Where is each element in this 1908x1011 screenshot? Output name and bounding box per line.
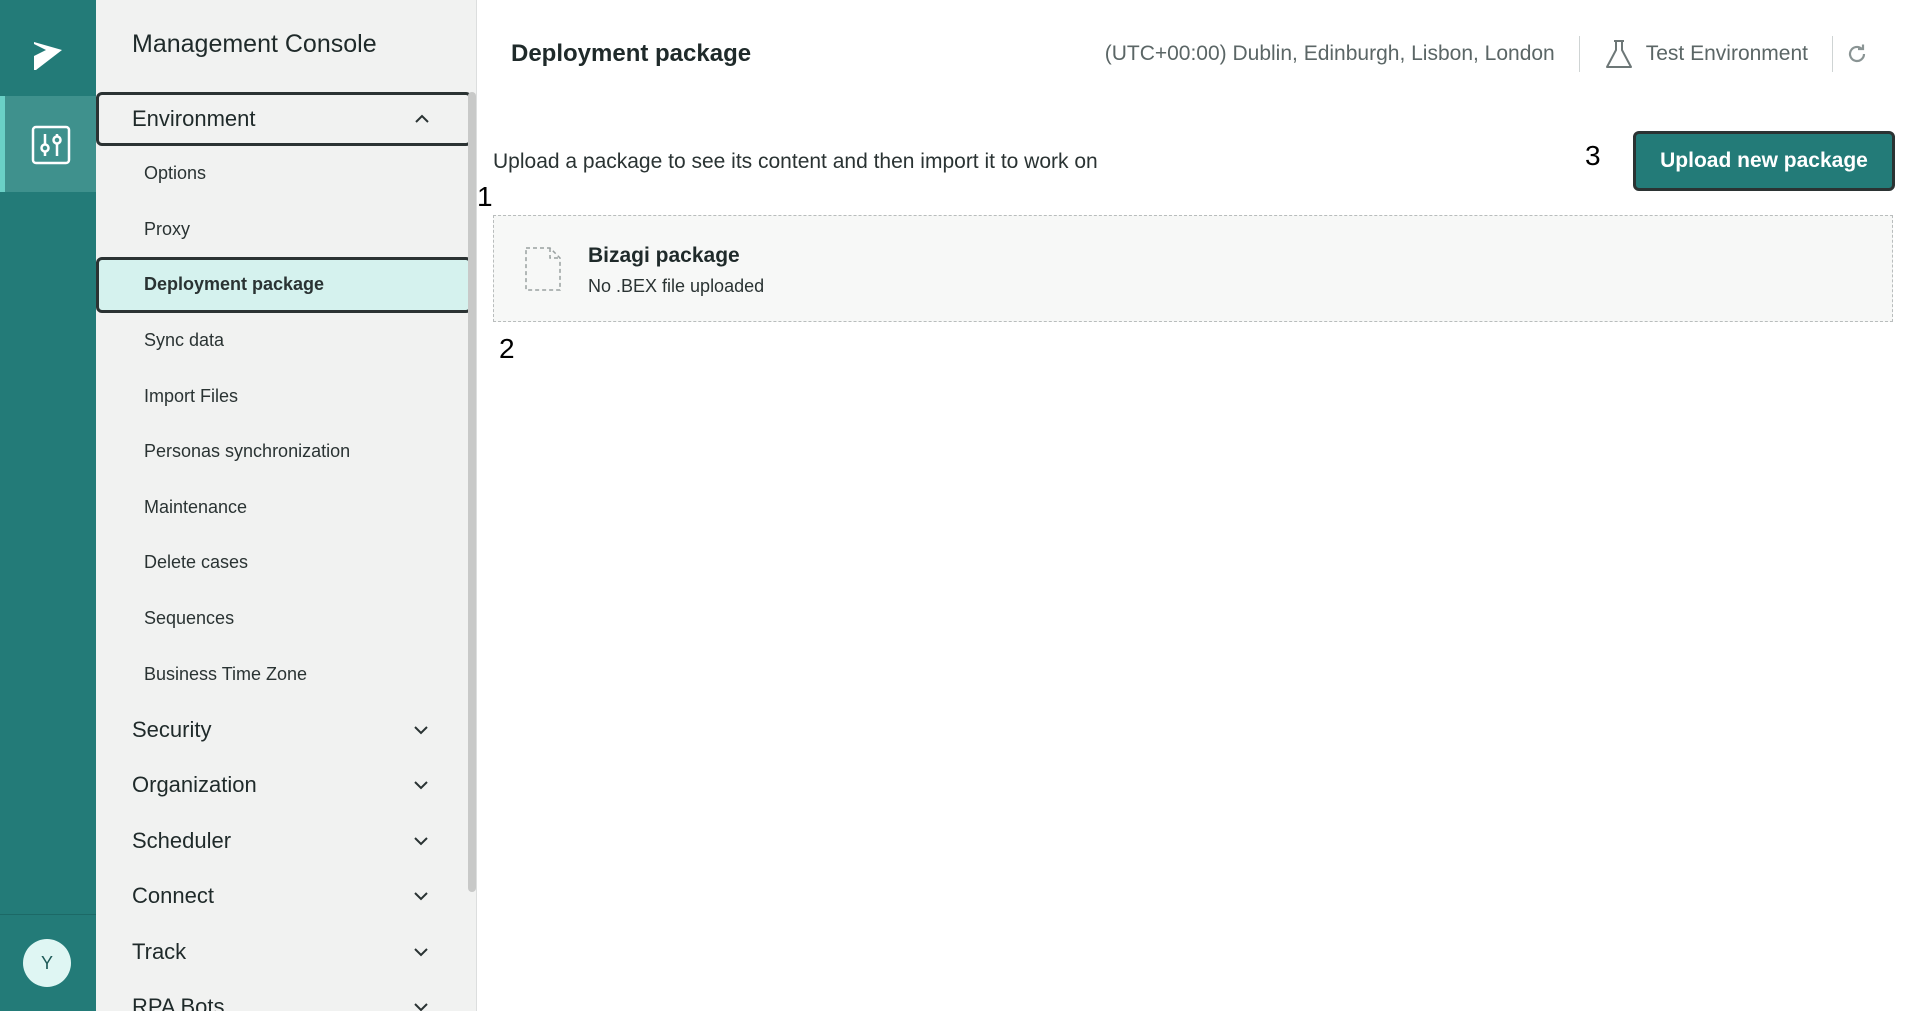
nav-group-label: Organization bbox=[132, 772, 257, 798]
rail-divider bbox=[0, 914, 96, 915]
sidebar-item-delete-cases[interactable]: Delete cases bbox=[96, 535, 470, 591]
chevron-down-icon bbox=[414, 725, 428, 735]
chevron-down-icon bbox=[414, 781, 428, 790]
chevron-down-icon bbox=[414, 947, 428, 957]
nav-group-organization[interactable]: Organization bbox=[96, 757, 468, 813]
chevron-up-icon bbox=[415, 114, 429, 123]
sidebar: Management Console Environment Options P… bbox=[96, 0, 476, 1011]
nav-group-track[interactable]: Track bbox=[96, 924, 468, 980]
refresh-icon bbox=[1848, 44, 1866, 63]
sidebar-item-proxy[interactable]: Proxy bbox=[96, 202, 470, 258]
annotation-marker-3: 3 bbox=[1585, 140, 1601, 171]
nav-group-label: Scheduler bbox=[132, 827, 232, 853]
annotation-marker-1: 1 bbox=[477, 181, 493, 212]
main-content: Deployment package (UTC+00:00) Dublin, E… bbox=[476, 0, 1908, 1011]
sidebar-item-import-files[interactable]: Import Files bbox=[96, 368, 470, 424]
user-avatar[interactable]: Y bbox=[23, 939, 71, 987]
sidebar-item-personas-synchronization[interactable]: Personas synchronization bbox=[96, 424, 470, 480]
file-icon bbox=[525, 247, 561, 291]
nav-group-label: Connect bbox=[132, 883, 214, 909]
nav-group-label: RPA Bots bbox=[132, 994, 225, 1011]
nav-group-environment[interactable]: Environment bbox=[96, 92, 472, 146]
app-rail: Y bbox=[0, 0, 96, 1011]
package-status: No .BEX file uploaded bbox=[588, 276, 765, 296]
nav-group-scheduler[interactable]: Scheduler bbox=[96, 813, 468, 869]
sliders-icon bbox=[31, 125, 71, 165]
sidebar-item-sequences[interactable]: Sequences bbox=[96, 591, 470, 647]
nav-group-label: Security bbox=[132, 716, 212, 742]
nav-group-label: Environment bbox=[132, 106, 256, 131]
nav-group-security[interactable]: Security bbox=[96, 702, 468, 758]
package-card[interactable]: Bizagi package No .BEX file uploaded bbox=[493, 215, 1893, 322]
flask-icon bbox=[1605, 40, 1632, 68]
sidebar-item-maintenance[interactable]: Maintenance bbox=[96, 480, 470, 536]
nav-group-rpa-bots[interactable]: RPA Bots bbox=[96, 979, 468, 1011]
page-title: Deployment package bbox=[511, 40, 752, 67]
header-info: (UTC+00:00) Dublin, Edinburgh, Lisbon, L… bbox=[1105, 36, 1869, 72]
timezone-label: (UTC+00:00) Dublin, Edinburgh, Lisbon, L… bbox=[1104, 42, 1555, 65]
nav-group-label: Track bbox=[132, 938, 187, 964]
sidebar-item-sync-data[interactable]: Sync data bbox=[96, 313, 470, 369]
sidebar-item-deployment-package[interactable]: Deployment package bbox=[96, 257, 472, 313]
refresh-button[interactable] bbox=[1833, 42, 1869, 66]
upload-new-package-button[interactable]: Upload new package bbox=[1633, 131, 1895, 191]
chevron-down-icon bbox=[414, 1003, 428, 1011]
instruction-text: Upload a package to see its content and … bbox=[493, 150, 1098, 173]
sidebar-item-business-time-zone[interactable]: Business Time Zone bbox=[96, 646, 470, 702]
nav-group-connect[interactable]: Connect bbox=[96, 868, 468, 924]
annotation-marker-2: 2 bbox=[499, 333, 515, 364]
bizagi-logo-icon[interactable] bbox=[30, 22, 66, 72]
rail-item-management-console[interactable] bbox=[0, 96, 96, 192]
package-name: Bizagi package bbox=[588, 244, 740, 267]
chevron-down-icon bbox=[414, 836, 428, 846]
sidebar-scrollbar[interactable] bbox=[468, 92, 476, 892]
sidebar-item-options[interactable]: Options bbox=[96, 146, 470, 202]
environment-label: Test Environment bbox=[1645, 42, 1808, 65]
sidebar-nav: Environment Options Proxy Deployment pac… bbox=[96, 92, 472, 1011]
environment-indicator: Test Environment bbox=[1580, 38, 1832, 70]
sidebar-title: Management Console bbox=[132, 30, 377, 58]
chevron-down-icon bbox=[414, 892, 428, 901]
